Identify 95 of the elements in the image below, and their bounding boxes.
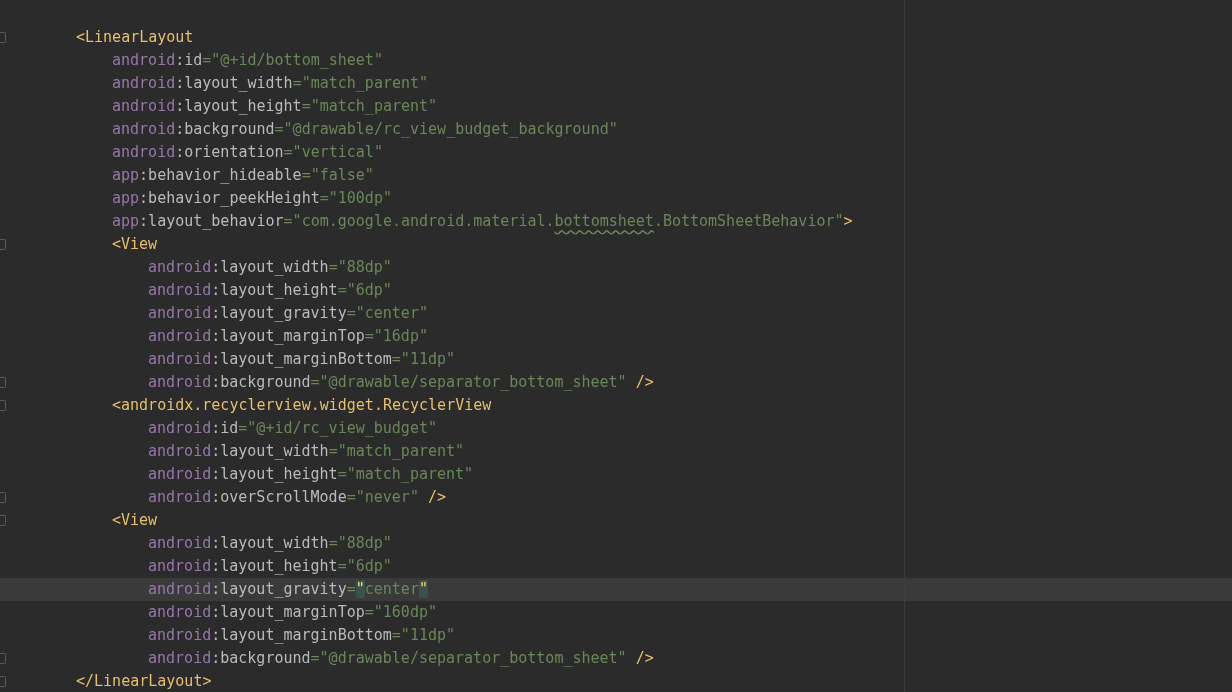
attribute-value: ="160dp" [364, 603, 437, 621]
fold-marker-icon[interactable] [0, 653, 6, 664]
attribute-value: ="match_parent" [328, 442, 465, 460]
matched-quote: " [355, 580, 365, 598]
attribute-value: ="center" [346, 304, 428, 322]
fold-marker-icon[interactable] [0, 400, 6, 411]
attribute-value: ="@drawable/separator_bottom_sheet" [310, 373, 627, 391]
fold-marker-icon[interactable] [0, 239, 6, 250]
attribute-name: :behavior_peekHeight [139, 189, 320, 207]
attribute-namespace: android [148, 488, 212, 506]
attribute-value: ="6dp" [337, 281, 392, 299]
xml-tag: > [843, 212, 853, 230]
attribute-namespace: android [148, 580, 212, 598]
attribute-name: :background [211, 649, 311, 667]
attribute-value: ="match_parent" [301, 97, 438, 115]
attribute-namespace: android [148, 373, 212, 391]
attribute-namespace: android [112, 74, 176, 92]
xml-tag: <View [112, 511, 158, 529]
attribute-name: :layout_gravity [211, 304, 347, 322]
attribute-name: :layout_height [175, 97, 302, 115]
attribute-name: :layout_height [211, 281, 338, 299]
fold-marker-icon[interactable] [0, 32, 6, 43]
xml-tag: <View [112, 235, 158, 253]
xml-tag: <androidx.recyclerview.widget.RecyclerView [112, 396, 492, 414]
attribute-name: :behavior_hideable [139, 166, 302, 184]
attribute-name: :background [175, 120, 275, 138]
fold-marker-icon[interactable] [0, 377, 6, 388]
attribute-value: ="@+id/rc_view_budget" [238, 419, 437, 437]
xml-tag: /> [626, 649, 654, 667]
attribute-value: = [346, 580, 356, 598]
attribute-name: :layout_marginTop [211, 327, 365, 345]
attribute-namespace: app [112, 212, 140, 230]
attribute-value: ="com.google.android.material. [283, 212, 555, 230]
attribute-name: :layout_width [211, 442, 329, 460]
attribute-name: :id [175, 51, 203, 69]
fold-marker-icon[interactable] [0, 676, 6, 687]
attribute-namespace: android [148, 442, 212, 460]
xml-tag: <LinearLayout [76, 28, 194, 46]
attribute-value: ="6dp" [337, 557, 392, 575]
attribute-namespace: android [148, 327, 212, 345]
attribute-namespace: android [148, 258, 212, 276]
attribute-name: :layout_behavior [139, 212, 284, 230]
attribute-value: ="88dp" [328, 534, 392, 552]
attribute-name: :id [211, 419, 239, 437]
matched-quote: " [418, 580, 428, 598]
attribute-value: .BottomSheetBehavior" [653, 212, 844, 230]
attribute-value: ="11dp" [391, 350, 456, 368]
attribute-value: ="11dp" [391, 626, 456, 644]
attribute-name: :layout_gravity [211, 580, 347, 598]
attribute-namespace: android [148, 557, 212, 575]
attribute-name: :layout_height [211, 557, 338, 575]
xml-tag: </LinearLayout> [76, 672, 212, 690]
attribute-namespace: android [148, 465, 212, 483]
code-editor[interactable] [0, 0, 1232, 692]
attribute-value: ="false" [301, 166, 374, 184]
attribute-namespace: android [148, 534, 212, 552]
attribute-namespace: android [148, 603, 212, 621]
attribute-namespace: app [112, 189, 140, 207]
attribute-value: ="@+id/bottom_sheet" [202, 51, 383, 69]
attribute-value: ="16dp" [364, 327, 428, 345]
attribute-namespace: android [148, 419, 212, 437]
attribute-name: :layout_marginBottom [211, 350, 392, 368]
attribute-namespace: android [112, 97, 176, 115]
attribute-value: ="vertical" [283, 143, 383, 161]
attribute-namespace: android [112, 120, 176, 138]
attribute-name: :layout_marginTop [211, 603, 365, 621]
attribute-name: :layout_width [211, 258, 329, 276]
attribute-value: ="@drawable/separator_bottom_sheet" [310, 649, 627, 667]
attribute-value: ="88dp" [328, 258, 392, 276]
attribute-namespace: android [112, 143, 176, 161]
attribute-value: ="match_parent" [337, 465, 474, 483]
xml-tag: /> [626, 373, 654, 391]
fold-marker-icon[interactable] [0, 515, 6, 526]
attribute-namespace: android [148, 649, 212, 667]
attribute-name: :background [211, 373, 311, 391]
attribute-name: :layout_width [175, 74, 293, 92]
attribute-name: :layout_marginBottom [211, 626, 392, 644]
attribute-value: ="never" [346, 488, 419, 506]
attribute-value: ="100dp" [319, 189, 392, 207]
attribute-name: :layout_width [211, 534, 329, 552]
attribute-namespace: app [112, 166, 140, 184]
attribute-namespace: android [112, 51, 176, 69]
attribute-value: ="@drawable/rc_view_budget_background" [274, 120, 618, 138]
fold-marker-icon[interactable] [0, 492, 6, 503]
misspelled-word: bottomsheet [554, 212, 654, 230]
attribute-value: ="match_parent" [292, 74, 429, 92]
attribute-name: :orientation [175, 143, 284, 161]
attribute-namespace: android [148, 350, 212, 368]
attribute-name: :layout_height [211, 465, 338, 483]
attribute-name: :overScrollMode [211, 488, 347, 506]
attribute-namespace: android [148, 281, 212, 299]
attribute-namespace: android [148, 304, 212, 322]
xml-tag: /> [418, 488, 447, 506]
attribute-value: center [364, 580, 419, 598]
attribute-namespace: android [148, 626, 212, 644]
